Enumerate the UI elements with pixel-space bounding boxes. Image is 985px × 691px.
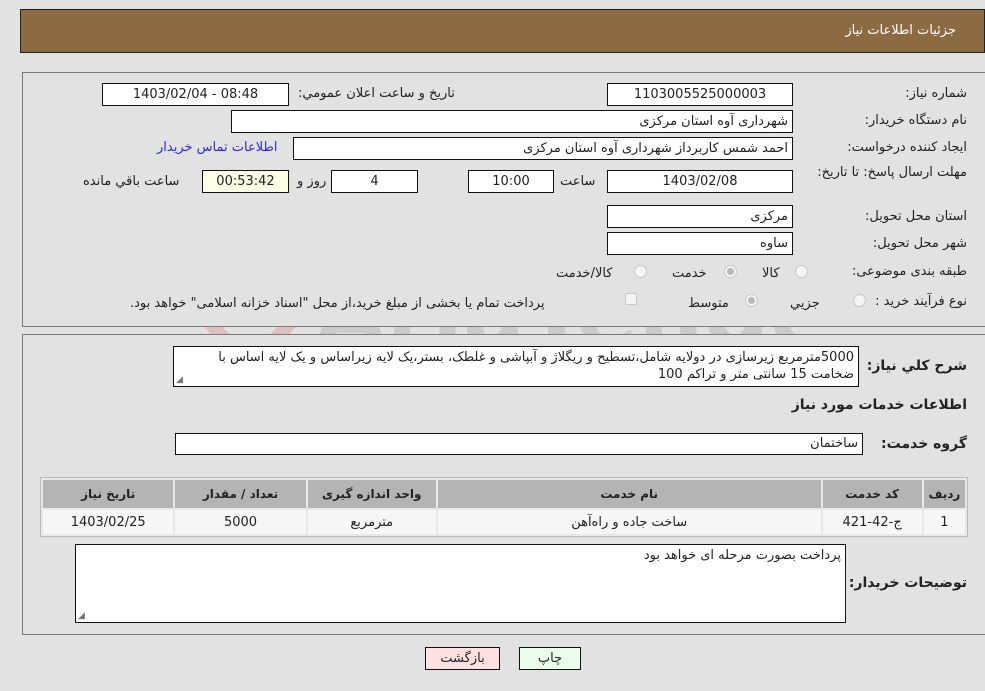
treasury-checkbox[interactable] [625,293,637,305]
category-radio-goods[interactable] [795,265,808,278]
cell-quantity: 5000 [175,510,306,534]
province-field[interactable]: مرکزی [607,205,793,228]
days-label: روز و [297,174,327,189]
service-group-label: گروه خدمت: [881,436,967,452]
cell-unit: مترمربع [307,510,436,534]
col-header-row-number: ردیف [923,480,965,508]
resize-grip-icon[interactable]: ◢ [78,612,85,621]
buyer-contact-link[interactable]: اطلاعات تماس خریدار [157,140,277,155]
description-textarea[interactable]: 5000مترمربع زیرسازی در دولایه شامل،تسطیح… [173,346,859,387]
category-label: طبقه بندی موضوعی: [851,264,967,279]
cell-service-code: ج-42-421 [822,510,922,534]
remaining-time-field: 00:53:42 [202,170,289,193]
table-header-row: ردیف کد خدمت نام خدمت واحد اندازه گیری ت… [43,480,965,508]
category-option-goods: کالا [762,266,780,281]
cell-row-number: 1 [923,510,965,534]
table-row: 1 ج-42-421 ساخت جاده و راه‌آهن مترمربع 5… [43,510,965,534]
category-radio-service[interactable] [724,265,737,278]
category-option-service: خدمت [672,266,707,281]
col-header-need-date: تاریخ نیاز [43,480,174,508]
back-button[interactable]: بازگشت [425,647,500,670]
announce-datetime-label: تاريخ و ساعت اعلان عمومي: [298,86,455,101]
description-text: 5000مترمربع زیرسازی در دولایه شامل،تسطیح… [218,350,854,382]
requester-field[interactable]: احمد شمس کاربرداز شهرداری آوه استان مرکز… [293,137,793,160]
page-title: جزئیات اطلاعات نیاز [845,23,956,38]
city-field[interactable]: ساوه [607,232,793,255]
requester-label: ایجاد کننده درخواست: [847,140,967,155]
process-radio-minor[interactable] [853,294,866,307]
services-table: ردیف کد خدمت نام خدمت واحد اندازه گیری ت… [40,477,968,537]
page-header: جزئیات اطلاعات نیاز [20,9,985,53]
need-number-label: شماره نیاز: [905,86,967,101]
col-header-service-code: کد خدمت [822,480,922,508]
deadline-label: مهلت ارسال پاسخ: تا تاریخ: [817,165,967,180]
process-type-label: نوع فرآیند خرید : [875,294,967,309]
process-option-medium: متوسط [688,296,729,311]
buyer-notes-textarea[interactable]: پرداخت بصورت مرحله ای خواهد بود ◢ [75,544,846,623]
col-header-quantity: تعداد / مقدار [175,480,306,508]
col-header-unit: واحد اندازه گیری [307,480,436,508]
category-radio-goods-service[interactable] [634,265,647,278]
treasury-note: پرداخت تمام یا بخشی از مبلغ خرید،از محل … [130,296,545,311]
deadline-date-field[interactable]: 1403/02/08 [607,170,793,193]
cell-need-date: 1403/02/25 [43,510,174,534]
process-option-minor: جزيي [790,296,820,311]
buyer-org-label: نام دستگاه خریدار: [864,113,967,128]
city-label: شهر محل تحویل: [872,236,967,251]
buyer-org-field[interactable]: شهرداری آوه استان مرکزی [231,110,793,133]
cell-service-name: ساخت جاده و راه‌آهن [437,510,821,534]
days-remaining-field[interactable]: 4 [331,170,418,193]
province-label: استان محل تحویل: [865,209,967,224]
process-radio-medium[interactable] [745,294,758,307]
col-header-service-name: نام خدمت [437,480,821,508]
remaining-time-label: ساعت باقي مانده [83,174,180,189]
deadline-time-label: ساعت [560,174,596,189]
need-number-field[interactable]: 1103005525000003 [607,83,793,106]
deadline-time-field[interactable]: 10:00 [468,170,554,193]
services-heading: اطلاعات خدمات مورد نیاز [791,397,967,413]
description-label: شرح كلي نياز: [866,358,967,374]
buyer-notes-label: توضیحات خریدار: [848,575,967,591]
print-button[interactable]: چاپ [519,647,581,670]
service-group-field[interactable]: ساختمان [175,433,863,455]
resize-grip-icon[interactable]: ◢ [176,376,183,385]
category-option-goods-service: کالا/خدمت [556,266,613,281]
buyer-notes-text: پرداخت بصورت مرحله ای خواهد بود [643,548,841,563]
announce-datetime-field[interactable]: 1403/02/04 - 08:48 [102,83,289,106]
